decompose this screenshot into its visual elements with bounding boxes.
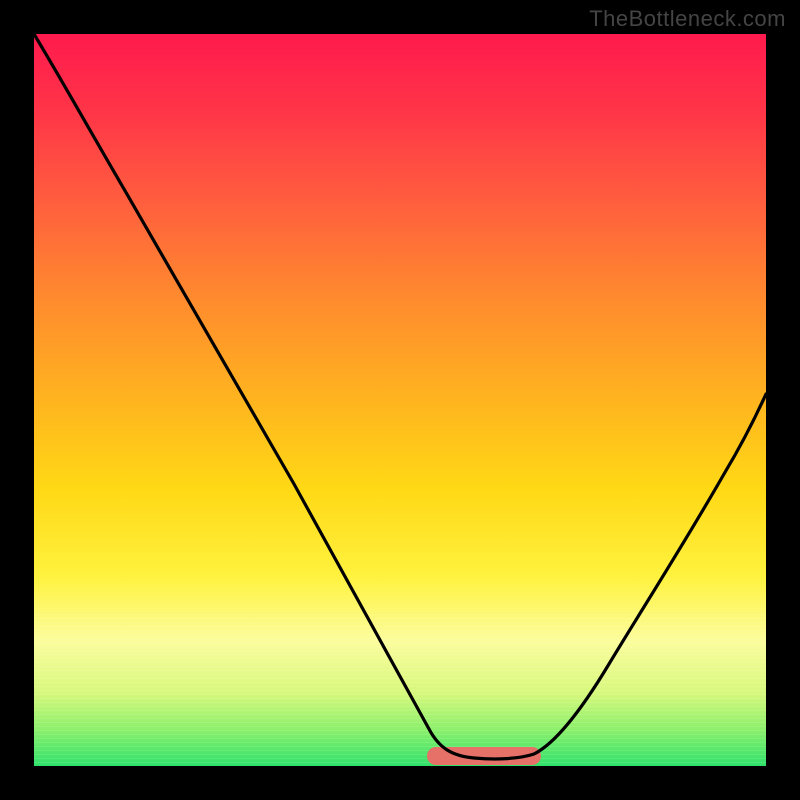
chart-frame: TheBottleneck.com [0, 0, 800, 800]
watermark-text: TheBottleneck.com [589, 6, 786, 32]
bottleneck-curve-svg [34, 34, 766, 766]
bottleneck-curve [34, 34, 766, 759]
plot-area [34, 34, 766, 766]
